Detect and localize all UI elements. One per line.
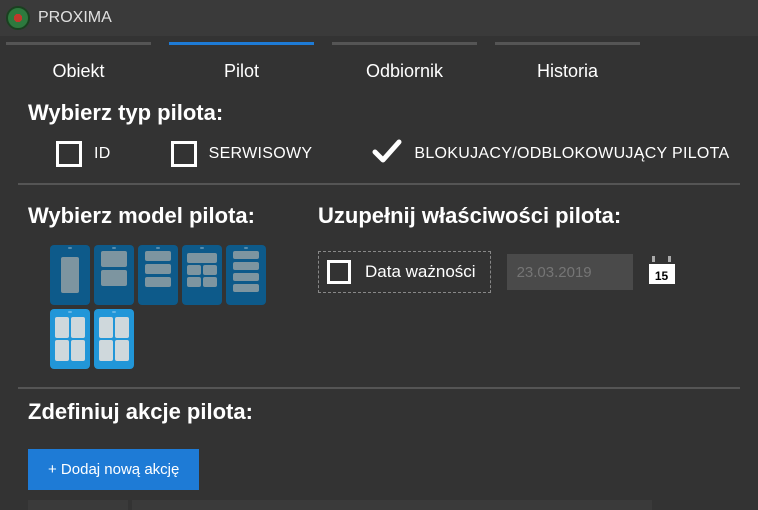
model-option-5[interactable] (226, 245, 266, 305)
checkbox-icon (327, 260, 351, 284)
type-option-blocking[interactable]: BLOKUJACY/ODBLOKOWUJĄCY PILOTA (372, 138, 729, 169)
checkbox-icon (56, 141, 82, 167)
model-option-1[interactable] (50, 245, 90, 305)
tab-historia[interactable]: Historia (495, 42, 640, 92)
checkmark-icon (372, 138, 402, 169)
tab-pilot[interactable]: Pilot (169, 42, 314, 92)
props-column: Uzupełnij właściwości pilota: Data ważno… (318, 193, 730, 369)
checkbox-icon (171, 141, 197, 167)
type-label-id: ID (94, 145, 111, 163)
main-tabs: Obiekt Pilot Odbiornik Historia (0, 36, 758, 86)
divider (18, 183, 740, 185)
app-title: PROXIMA (38, 9, 112, 27)
expiry-label: Data ważności (365, 262, 476, 282)
type-label-blocking: BLOKUJACY/ODBLOKOWUJĄCY PILOTA (414, 145, 729, 163)
tab-odbiornik[interactable]: Odbiornik (332, 42, 477, 92)
props-heading: Uzupełnij właściwości pilota: (318, 203, 730, 229)
calendar-icon[interactable]: 15 (649, 260, 675, 284)
tab-obiekt[interactable]: Obiekt (6, 42, 151, 92)
model-option-7[interactable] (94, 309, 134, 369)
app-header: PROXIMA (0, 0, 758, 36)
type-label-service: SERWISOWY (209, 145, 313, 163)
mid-row: Wybierz model pilota: Uzupełnij właściwo… (28, 193, 730, 369)
expiry-checkbox[interactable]: Data ważności (318, 251, 491, 293)
type-option-service[interactable]: SERWISOWY (171, 141, 313, 167)
stub (28, 500, 128, 510)
model-option-6[interactable] (50, 309, 90, 369)
type-option-id[interactable]: ID (56, 141, 111, 167)
divider (18, 387, 740, 389)
model-heading: Wybierz model pilota: (28, 203, 288, 229)
props-row: Data ważności 15 (318, 241, 730, 293)
model-option-2[interactable] (94, 245, 134, 305)
content-area: Wybierz typ pilota: ID SERWISOWY BLOKUJA… (0, 86, 758, 510)
model-grid (28, 241, 288, 369)
model-option-3[interactable] (138, 245, 178, 305)
bottom-stubs (28, 500, 730, 510)
model-option-4[interactable] (182, 245, 222, 305)
expiry-date-input[interactable] (507, 254, 633, 290)
add-action-button[interactable]: + Dodaj nową akcję (28, 449, 199, 490)
app-logo-icon (6, 6, 30, 30)
type-heading: Wybierz typ pilota: (28, 100, 730, 126)
actions-heading: Zdefiniuj akcje pilota: (28, 399, 730, 425)
model-column: Wybierz model pilota: (28, 193, 288, 369)
stub (132, 500, 652, 510)
type-options-row: ID SERWISOWY BLOKUJACY/ODBLOKOWUJĄCY PIL… (28, 138, 730, 179)
